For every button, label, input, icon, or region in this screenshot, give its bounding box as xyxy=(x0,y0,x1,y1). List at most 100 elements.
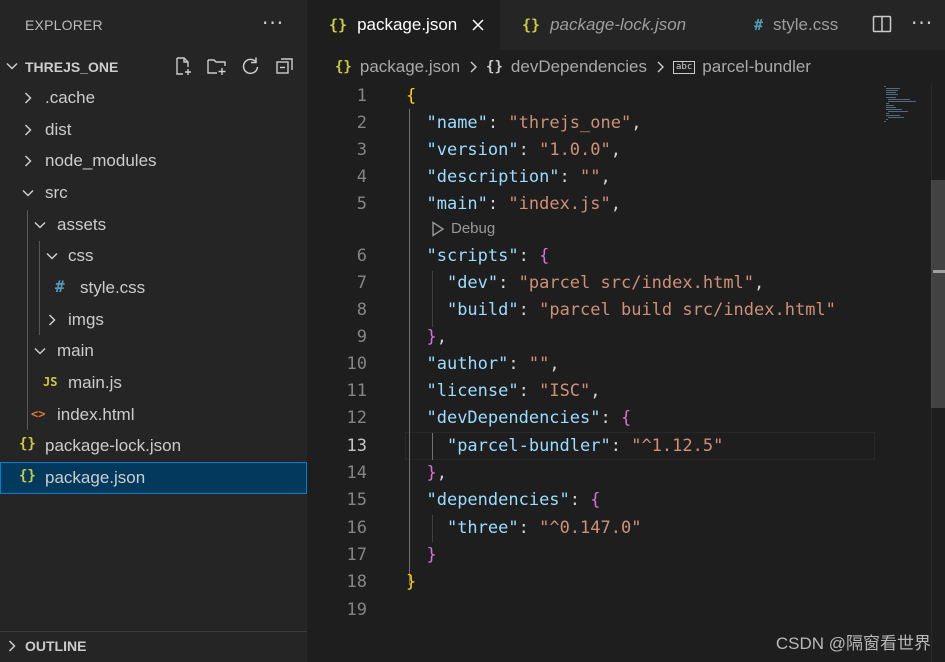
minimap[interactable] xyxy=(878,84,938,662)
play-icon xyxy=(432,220,445,237)
tree-item-dist[interactable]: dist xyxy=(0,114,307,146)
tree-item-cache[interactable]: .cache xyxy=(0,82,307,114)
tree-item-main-js[interactable]: JS main.js xyxy=(0,367,307,399)
breadcrumb-leaf[interactable]: parcel-bundler xyxy=(702,57,811,77)
editor-tab-bar: {} package.json {} package-lock.json # s… xyxy=(307,0,945,50)
code-line: "scripts": { xyxy=(426,246,550,266)
breadcrumb-file[interactable]: package.json xyxy=(360,57,460,77)
line-number: 12 xyxy=(346,408,367,428)
json-file-icon: {} xyxy=(522,16,541,34)
tree-item-label: index.html xyxy=(57,405,135,424)
chevron-down-icon xyxy=(46,252,58,260)
line-number: 6 xyxy=(356,246,367,266)
tree-item-package-json[interactable]: {} package.json xyxy=(0,462,307,494)
scrollbar-thumb[interactable] xyxy=(931,180,945,408)
refresh-icon[interactable] xyxy=(240,55,262,77)
line-number: 16 xyxy=(346,518,367,538)
tree-item-style-css[interactable]: # style.css xyxy=(0,272,307,304)
outline-section-header[interactable]: OUTLINE xyxy=(0,631,307,662)
breadcrumb: {} package.json {} devDependencies abc p… xyxy=(307,50,945,84)
line-number: 17 xyxy=(346,545,367,565)
json-file-icon: {} xyxy=(19,436,36,452)
line-number: 9 xyxy=(356,327,367,347)
tree-item-node-modules[interactable]: node_modules xyxy=(0,145,307,177)
line-number: 14 xyxy=(346,463,367,483)
chevron-right-icon xyxy=(24,124,32,136)
tree-item-label: dist xyxy=(45,120,72,139)
overview-ruler-mark xyxy=(933,270,945,273)
chevron-right-icon xyxy=(24,155,32,167)
code-line: } xyxy=(406,572,417,592)
line-number: 1 xyxy=(356,86,367,106)
code-line: "description": "", xyxy=(426,167,611,187)
editor-more-icon[interactable]: ··· xyxy=(911,11,933,35)
tab-label: package-lock.json xyxy=(550,15,687,34)
json-file-icon: {} xyxy=(19,468,36,484)
tab-style-css[interactable]: # style.css xyxy=(732,0,862,50)
tree-item-assets[interactable]: assets xyxy=(0,209,307,241)
tree-item-label: node_modules xyxy=(45,151,157,170)
line-number: 8 xyxy=(356,300,367,320)
code-line: "build": "parcel build src/index.html" xyxy=(446,300,836,320)
line-number: 4 xyxy=(356,167,367,187)
breadcrumb-section[interactable]: devDependencies xyxy=(511,57,647,77)
string-icon: abc xyxy=(673,60,696,74)
line-number: 5 xyxy=(356,194,367,214)
explorer-more-icon[interactable]: ··· xyxy=(262,11,284,35)
chevron-right-icon xyxy=(8,640,16,652)
collapse-all-icon[interactable] xyxy=(274,55,296,77)
outline-label: OUTLINE xyxy=(25,638,87,654)
code-editor[interactable]: 1 2 3 4 5 6 7 8 9 10 11 12 13 14 15 16 1… xyxy=(307,84,945,662)
js-file-icon: JS xyxy=(43,375,58,389)
chevron-down-icon xyxy=(34,221,46,229)
tree-item-index-html[interactable]: <> index.html xyxy=(0,399,307,431)
tree-item-label: imgs xyxy=(68,310,104,329)
tree-item-label: package-lock.json xyxy=(45,436,182,455)
new-folder-icon[interactable] xyxy=(206,55,228,77)
css-file-icon: # xyxy=(754,16,764,34)
code-line: } xyxy=(426,545,437,565)
debug-codelens[interactable]: Debug xyxy=(431,220,495,237)
tab-package-lock-json[interactable]: {} package-lock.json xyxy=(500,0,732,50)
code-line: }, xyxy=(426,327,447,347)
code-line: { xyxy=(406,86,417,106)
explorer-title: EXPLORER xyxy=(25,17,103,33)
new-file-icon[interactable] xyxy=(172,55,194,77)
tree-item-src[interactable]: src xyxy=(0,177,307,209)
explorer-actions xyxy=(172,55,296,77)
html-file-icon: <> xyxy=(31,407,46,421)
chevron-right-icon xyxy=(24,92,32,104)
tree-item-main[interactable]: main xyxy=(0,335,307,367)
watermark-text: CSDN @隔窗看世界 xyxy=(775,634,931,653)
code-line: "three": "^0.147.0" xyxy=(446,518,642,538)
code-line: "dependencies": { xyxy=(426,490,601,510)
tree-item-imgs[interactable]: imgs xyxy=(0,304,307,336)
line-number: 15 xyxy=(346,490,367,510)
tree-item-label: assets xyxy=(57,215,107,234)
chevron-right-icon xyxy=(470,61,478,73)
tab-label: package.json xyxy=(357,15,458,34)
code-line: "version": "1.0.0", xyxy=(426,140,621,160)
chevron-down-icon xyxy=(34,347,46,355)
code-line: "devDependencies": { xyxy=(426,408,632,428)
tree-item-css[interactable]: css xyxy=(0,240,307,272)
chevron-down-icon xyxy=(22,189,34,197)
code-line: "license": "ISC", xyxy=(426,381,601,401)
object-icon: {} xyxy=(486,59,503,75)
css-file-icon: # xyxy=(55,277,65,296)
explorer-sidebar: EXPLORER ··· THREJS_ONE .cache dist node… xyxy=(0,0,307,662)
tab-package-json[interactable]: {} package.json xyxy=(307,0,500,50)
tree-item-label: .cache xyxy=(45,88,96,107)
code-line: "main": "index.js", xyxy=(426,194,621,214)
tree-item-label: main xyxy=(57,341,94,360)
code-line: "author": "", xyxy=(426,354,560,374)
line-number-current: 13 xyxy=(346,436,367,456)
close-icon[interactable] xyxy=(469,16,487,34)
line-number: 11 xyxy=(346,381,367,401)
line-number: 2 xyxy=(356,113,367,133)
codelens-label: Debug xyxy=(451,220,496,237)
line-number: 18 xyxy=(346,572,367,592)
split-editor-icon[interactable] xyxy=(872,14,894,36)
tree-item-package-lock-json[interactable]: {} package-lock.json xyxy=(0,430,307,462)
tab-label: style.css xyxy=(773,15,839,34)
